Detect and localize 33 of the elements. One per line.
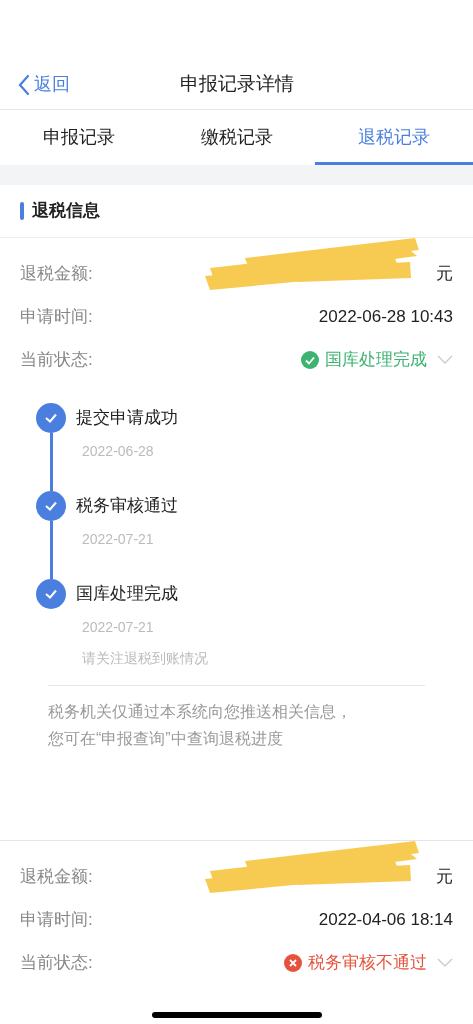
back-icon [18,73,30,96]
tab[interactable]: 申报记录 [0,110,158,165]
section-title: 退税信息 [32,200,100,223]
status-dropdown[interactable]: 国库处理完成 [301,346,453,373]
timeline-line [49,521,53,579]
error-icon [284,953,302,972]
field-label: 申请时间: [20,305,93,328]
time-value: 2022-04-06 18:14 [318,908,453,931]
chevron-icon [437,354,453,365]
time-value: 2022-06-28 10:43 [318,305,453,328]
field-label: 当前状态: [20,951,93,974]
back-button[interactable]: 返回 [18,71,70,98]
page-title: 申报记录详情 [179,72,294,97]
field-label: 退税金额: [20,262,93,285]
check-circle-icon [301,350,319,369]
step-title: 税务审核通过 [76,495,178,517]
step-title: 国库处理完成 [76,583,179,605]
notice-text: 税务机关仅通过本系统向您推送相关信息， 您可在“申报查询”中查询退税进度 [48,702,353,749]
step-note: 请关注退税到账情况 [82,649,208,668]
step-date: 2022-06-28 [82,442,155,461]
section-marker [20,202,24,220]
field-label: 申请时间: [20,908,93,931]
chevron-icon [437,957,453,968]
step-date: 2022-07-21 [82,530,155,549]
amount-value: 元 [436,865,453,888]
tab[interactable]: 缴税记录 [157,110,316,165]
field-label: 当前状态: [20,348,93,371]
status-dropdown[interactable]: 税务审核不通过 [284,949,453,976]
timeline-line [49,433,53,491]
step-title: 提交申请成功 [76,407,178,429]
amount-value: 元 [436,262,453,285]
step-date: 2022-07-21 [82,618,155,637]
field-label: 退税金额: [20,865,93,888]
